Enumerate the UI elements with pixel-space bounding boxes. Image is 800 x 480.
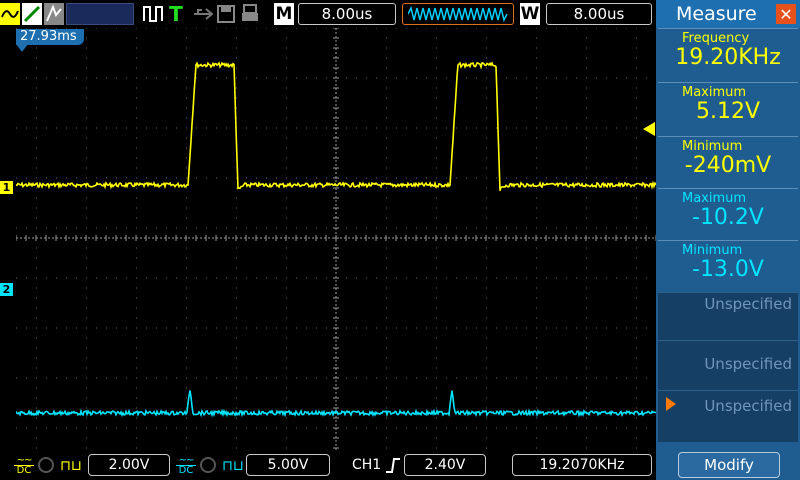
measure-label: Maximum [682,191,747,206]
close-icon[interactable]: ✕ [776,4,796,24]
measure-slot-empty[interactable]: Unspecified [658,292,798,344]
ch1-bw-icon [38,457,54,473]
m-label: M [274,3,294,25]
w-label: W [520,3,540,25]
print-icon[interactable] [240,3,260,25]
measure-value: 5.12V [695,99,761,124]
top-toolbar: T M 8.00us W 8.00us [0,0,656,28]
memory-window[interactable] [402,3,514,25]
ch2-marker[interactable]: 2 [0,283,13,296]
ch1-marker[interactable]: 1 [0,181,13,194]
ch2-coupling-label: DC [178,465,194,476]
unspecified-label: Unspecified [704,397,792,415]
measure-label: Minimum [682,139,743,154]
trigger-edge-icon[interactable] [384,456,402,478]
measure-slot[interactable]: Minimum -240mV [658,136,798,186]
ch1-coupling-label: DC [16,465,32,476]
measure-value: -13.0V [692,257,764,282]
w-value[interactable]: 8.00us [546,3,652,25]
ch1-scale[interactable]: 2.00V [88,454,170,476]
measure-label: Minimum [682,243,743,258]
persistence-icon[interactable] [44,3,64,25]
unspecified-label: Unspecified [704,295,792,313]
ch1-invert-icon: ⊓⊔ [60,458,82,474]
ch2-trace [16,390,656,418]
measure-value: 19.20KHz [675,45,781,70]
trigger-level-arrow[interactable] [643,122,655,136]
trigger-level[interactable]: 2.40V [404,454,486,476]
ch2-bw-icon [200,457,216,473]
m-value[interactable]: 8.00us [298,3,396,25]
measure-label: Frequency [682,31,750,46]
measure-title-text: Measure [676,3,757,25]
modify-button[interactable]: Modify [678,452,780,478]
bottom-status-bar: ~~ DC ⊓⊔ 2.00V ~~ DC ⊓⊔ 5.00V CH1 2.40V 19… [0,450,656,480]
ch2-invert-icon: ⊓⊔ [222,458,244,474]
cursor-time: 27.93ms [20,29,77,44]
measure-value: -240mV [684,153,772,178]
line-mode-icon[interactable] [22,3,42,25]
ch1-coupling[interactable]: ~~ DC [14,456,34,476]
cursor-time-label: 27.93ms [16,29,84,45]
trigger-source[interactable]: CH1 [352,456,381,474]
waveform-icon[interactable] [0,3,20,25]
display-box[interactable] [66,3,134,25]
measure-slot[interactable]: Minimum -13.0V [658,240,798,290]
frequency-counter: 19.2070KHz [512,454,652,476]
ch1-trace [16,61,656,192]
measure-slot-empty[interactable]: Unspecified [658,390,798,442]
trigger-mode-letter[interactable]: T [166,3,186,25]
memory-waveform-icon [408,6,508,22]
pulse-icon[interactable] [142,3,164,25]
waveform-display[interactable] [16,28,656,450]
measure-slot[interactable]: Maximum 5.12V [658,82,798,132]
measure-value: -10.2V [692,205,764,230]
ch2-coupling[interactable]: ~~ DC [176,456,196,476]
unspecified-label: Unspecified [704,355,792,373]
measure-panel: Measure ✕ Frequency 19.20KHz Maximum 5.12V M… [656,0,800,480]
measure-slot[interactable]: Frequency 19.20KHz [658,28,798,78]
measure-slot-empty[interactable]: Unspecified [658,340,798,392]
ch2-scale[interactable]: 5.00V [246,454,330,476]
measure-label: Maximum [682,85,747,100]
usb-icon [192,3,214,25]
graticule [16,28,656,450]
trigger-position-icon [16,44,28,52]
measure-slot[interactable]: Maximum -10.2V [658,188,798,238]
save-icon[interactable] [216,3,236,25]
selected-arrow-icon [666,397,676,411]
